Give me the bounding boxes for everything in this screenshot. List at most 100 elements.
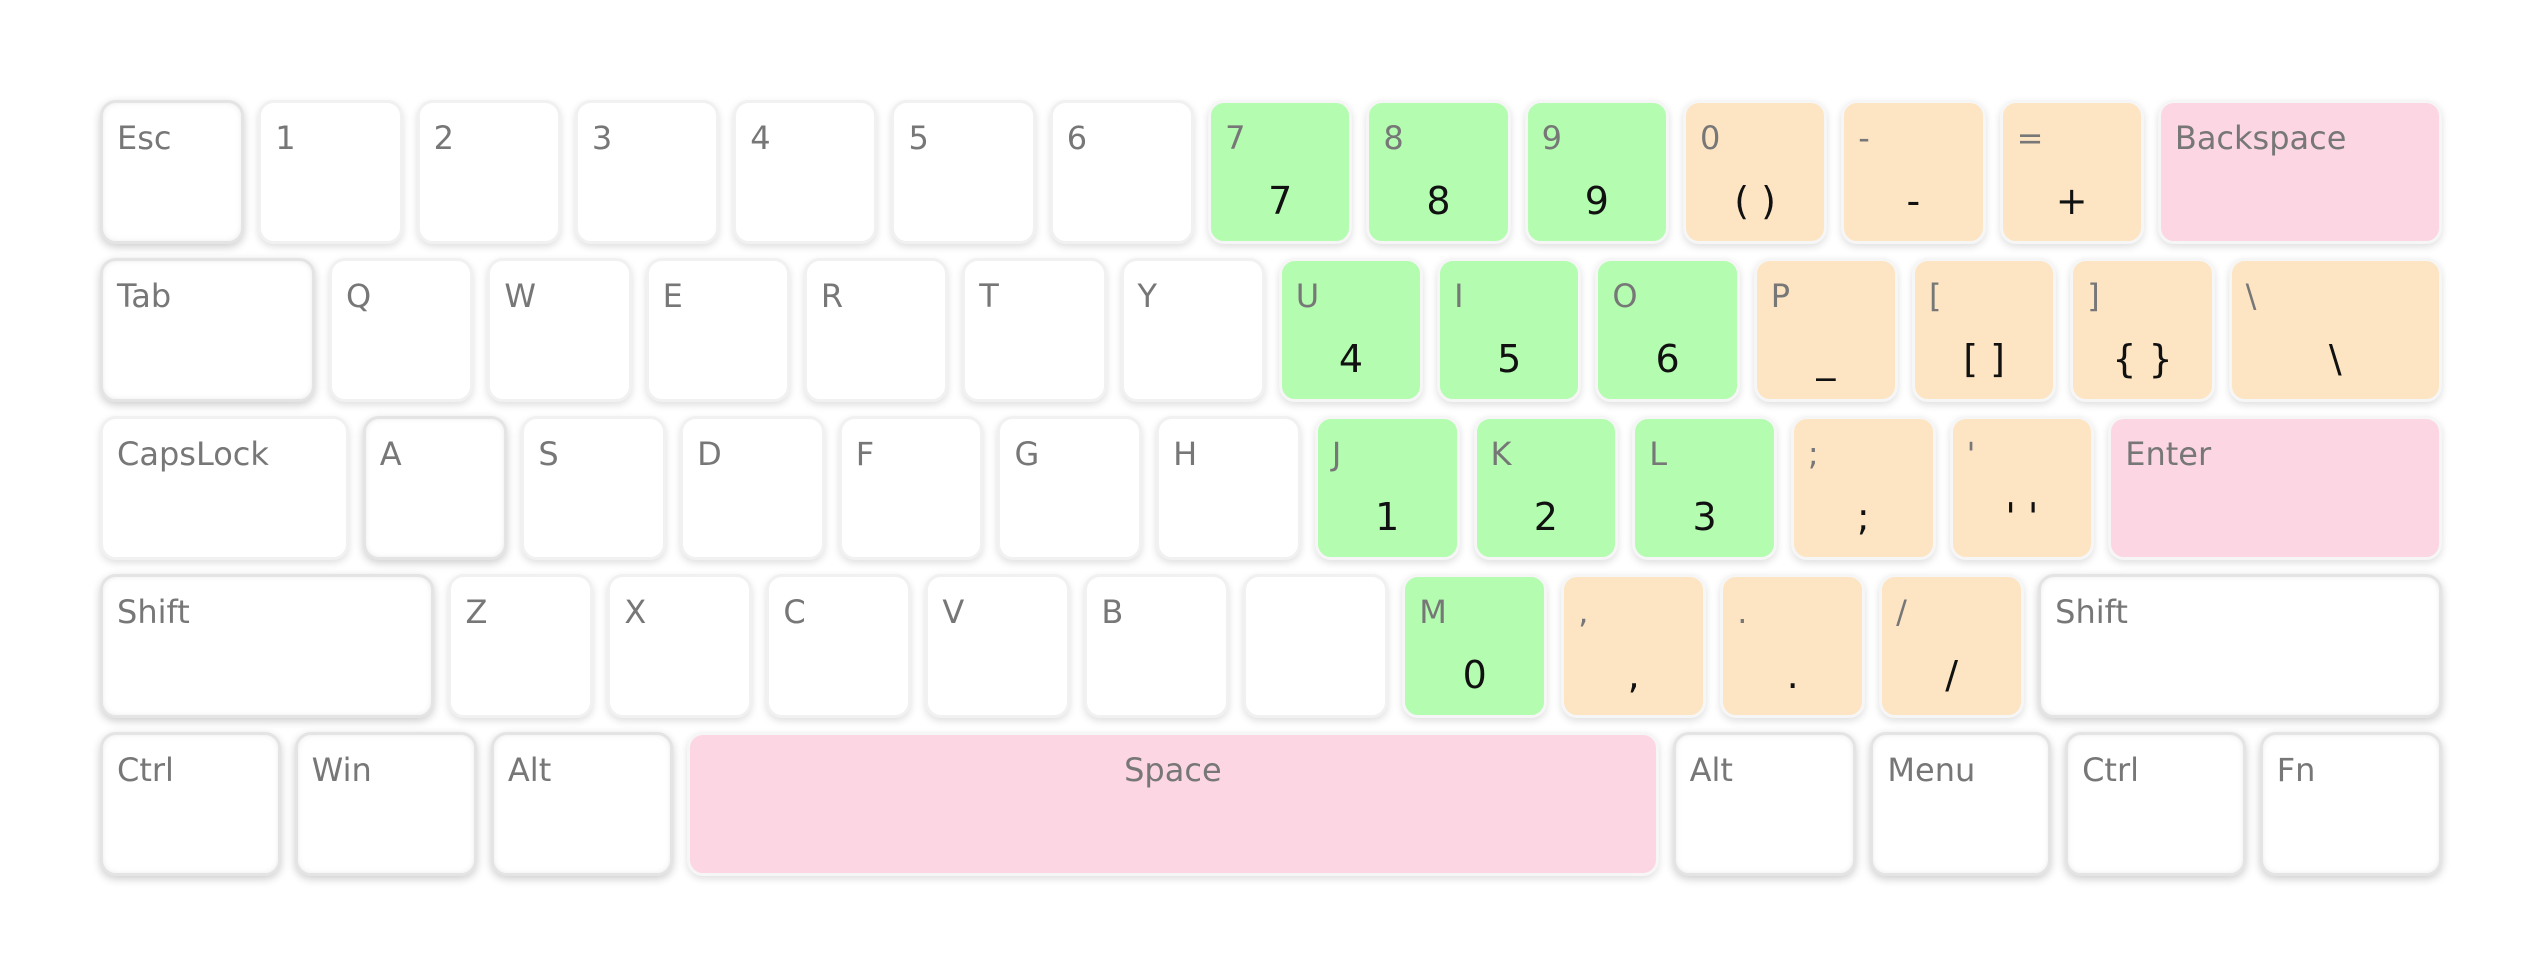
key-9[interactable]: 99: [1524, 100, 1669, 244]
key-o[interactable]: O6: [1595, 258, 1740, 402]
key-symbol-0-11[interactable]: --: [1841, 100, 1986, 244]
key-label: T: [979, 277, 999, 315]
key-label: H: [1173, 435, 1198, 473]
key-mapped-value: 6: [1655, 337, 1680, 381]
key-w[interactable]: W: [487, 258, 632, 402]
key-capslock[interactable]: CapsLock: [100, 416, 349, 560]
key-y[interactable]: Y: [1120, 258, 1265, 402]
key-5[interactable]: 5: [891, 100, 1036, 244]
keyboard-row-4: Shift Z X C V B M 0,,.. / / Shift: [100, 574, 2443, 718]
key-label: CapsLock: [117, 435, 269, 473]
key-d[interactable]: D: [680, 416, 825, 560]
key-8[interactable]: 88: [1366, 100, 1511, 244]
key-e[interactable]: E: [645, 258, 790, 402]
key-7[interactable]: 77: [1208, 100, 1353, 244]
key-ctrl[interactable]: Ctrl: [100, 732, 281, 876]
key-i[interactable]: I5: [1437, 258, 1582, 402]
key-symbol-1-13[interactable]: \ \: [2228, 258, 2443, 402]
key-label: Enter: [2125, 435, 2212, 473]
key-win[interactable]: Win: [294, 732, 477, 876]
key-mapped-value: .: [1786, 653, 1799, 697]
key-label: ;: [1807, 435, 1819, 473]
key-k[interactable]: K2: [1473, 416, 1619, 560]
key-label: 9: [1541, 119, 1563, 157]
key-symbol-1-12[interactable]: ] { }: [2070, 258, 2215, 402]
key-label: Q: [346, 277, 372, 315]
key-backspace[interactable]: Backspace: [2157, 100, 2443, 244]
key-label: O: [1612, 277, 1638, 315]
key-m[interactable]: M0: [1402, 574, 1548, 718]
key-c[interactable]: C: [766, 574, 912, 718]
key-label: ': [1966, 435, 1976, 473]
key-mapped-value: ' ': [2005, 495, 2039, 539]
key-1[interactable]: 1: [258, 100, 403, 244]
key-mapped-value: 5: [1497, 337, 1522, 381]
key-b[interactable]: B: [1084, 574, 1230, 718]
key-label: Y: [1137, 277, 1158, 315]
key-label: I: [1454, 277, 1464, 315]
keyboard-row-2: Tab Q W E R T Y U 4 I 5 O 6 P _[[ ]]{ } \ \: [100, 258, 2443, 402]
keyboard-row-1: Esc 1 2 3 4 5 6 7 7 8 8 9 9 0( ) - - = + Backspace: [100, 100, 2443, 244]
key-symbol-3-8[interactable]: ,,: [1561, 574, 1707, 718]
key-mapped-value: 1: [1375, 495, 1400, 539]
key-blank[interactable]: [1243, 574, 1389, 718]
key-l[interactable]: L3: [1632, 416, 1777, 560]
key-label: Ctrl: [117, 751, 174, 789]
key-x[interactable]: X: [607, 574, 753, 718]
key-mapped-value: -: [1906, 179, 1921, 223]
key-3[interactable]: 3: [574, 100, 720, 244]
key-fn[interactable]: Fn: [2259, 732, 2442, 876]
key-r[interactable]: R: [803, 258, 949, 402]
keyboard-row-5: Ctrl Win Alt Space Alt Menu Ctrl Fn: [100, 732, 2442, 876]
key-label: Menu: [1887, 751, 1976, 789]
key-2[interactable]: 2: [416, 100, 561, 244]
key-4[interactable]: 4: [733, 100, 878, 244]
key-label: M: [1419, 593, 1447, 631]
key-label: Backspace: [2174, 119, 2347, 157]
key-menu[interactable]: Menu: [1870, 732, 2052, 876]
key-shift[interactable]: Shift: [2038, 574, 2443, 718]
key-label: K: [1490, 435, 1512, 473]
key-esc[interactable]: Esc: [100, 100, 245, 244]
key-label: =: [2016, 119, 2044, 157]
key-j[interactable]: J1: [1314, 416, 1460, 560]
key-mapped-value: 9: [1584, 179, 1609, 223]
keyboard-row-3: CapsLock A S D F G H J 1 K 2 L 3;; ' ' ' Enter: [100, 416, 2443, 560]
key-u[interactable]: U4: [1278, 258, 1424, 402]
key-f[interactable]: F: [838, 416, 984, 560]
key-symbol-2-10[interactable]: ;;: [1790, 416, 1936, 560]
key-v[interactable]: V: [925, 574, 1071, 718]
key-s[interactable]: S: [521, 416, 667, 560]
key-mapped-value: /: [1945, 653, 1959, 697]
key-symbol-1-11[interactable]: [[ ]: [1911, 258, 2057, 402]
key-label: R: [820, 277, 844, 315]
key-label: E: [662, 277, 683, 315]
key-symbol-2-11[interactable]: ' ' ': [1949, 416, 2095, 560]
key-mapped-value: 8: [1426, 179, 1451, 223]
key-6[interactable]: 6: [1049, 100, 1195, 244]
key-space[interactable]: Space: [687, 732, 1659, 876]
key-symbol-3-10[interactable]: / /: [1879, 574, 2025, 718]
key-tab[interactable]: Tab: [100, 258, 316, 402]
key-symbol-0-12[interactable]: = +: [1999, 100, 2144, 244]
key-mapped-value: [ ]: [1963, 337, 2005, 381]
key-0[interactable]: 0 ( ): [1682, 100, 1828, 244]
key-t[interactable]: T: [962, 258, 1107, 402]
key-symbol-3-9[interactable]: ..: [1720, 574, 1866, 718]
key-h[interactable]: H: [1156, 416, 1301, 560]
key-label: Shift: [2055, 593, 2128, 631]
key-g[interactable]: G: [997, 416, 1143, 560]
key-p[interactable]: P _: [1753, 258, 1898, 402]
key-mapped-value: { }: [2112, 337, 2173, 381]
key-z[interactable]: Z: [448, 574, 594, 718]
key-q[interactable]: Q: [329, 258, 474, 402]
key-alt[interactable]: Alt: [1672, 732, 1857, 876]
key-mapped-value: +: [2055, 179, 2088, 223]
key-label: 6: [1066, 119, 1088, 157]
key-shift[interactable]: Shift: [100, 574, 435, 718]
key-ctrl[interactable]: Ctrl: [2065, 732, 2246, 876]
key-enter[interactable]: Enter: [2108, 416, 2443, 560]
key-a[interactable]: A: [362, 416, 508, 560]
key-label: L: [1649, 435, 1668, 473]
key-alt[interactable]: Alt: [490, 732, 674, 876]
